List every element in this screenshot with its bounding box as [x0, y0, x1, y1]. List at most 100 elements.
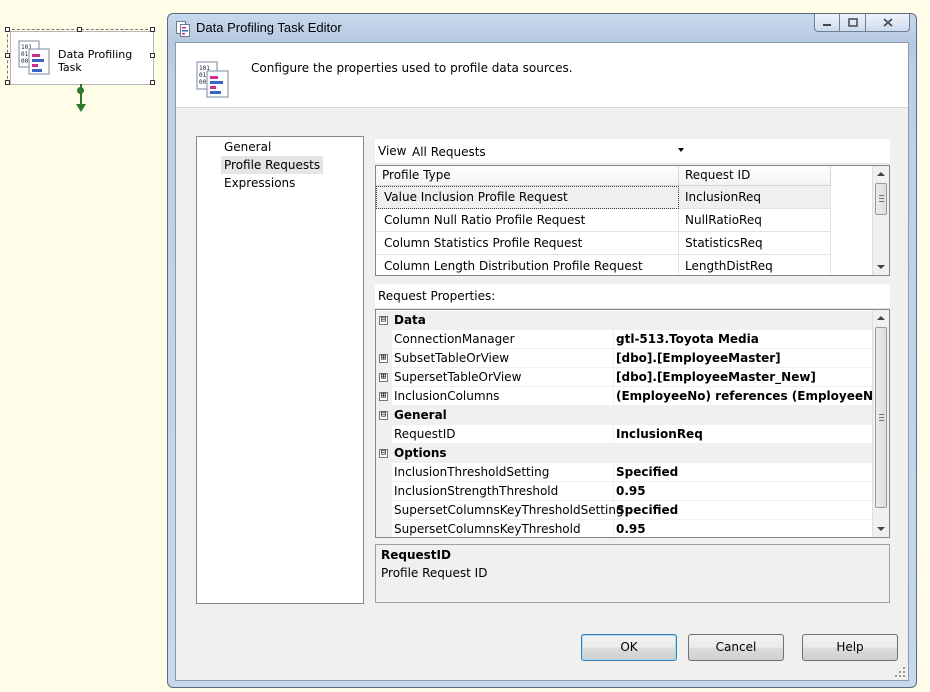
property-row[interactable]: RequestID InclusionReq	[376, 425, 873, 444]
resize-handle[interactable]	[5, 53, 10, 58]
property-name: ConnectionManager	[392, 330, 614, 349]
category-name: Data	[394, 313, 426, 327]
collapse-icon[interactable]: ⊟	[379, 411, 388, 420]
data-profiling-icon: 101 010 001	[18, 40, 50, 75]
property-value[interactable]: gtl-513.Toyota Media	[614, 330, 873, 349]
help-button[interactable]: Help	[802, 634, 898, 661]
category-name: General	[394, 408, 447, 422]
property-row[interactable]: ConnectionManager gtl-513.Toyota Media	[376, 330, 873, 349]
property-row[interactable]: SupersetColumnsKeyThreshold 0.95	[376, 520, 873, 537]
property-name: InclusionStrengthThreshold	[392, 482, 614, 501]
property-description-pane: RequestID Profile Request ID	[375, 544, 890, 603]
resize-handle[interactable]	[5, 80, 10, 85]
request-id-cell[interactable]: StatisticsReq	[679, 232, 831, 255]
request-id-cell[interactable]: NullRatioReq	[679, 209, 831, 232]
connector-dot	[77, 87, 84, 94]
scroll-down-icon[interactable]	[877, 265, 885, 269]
property-grid: ⊟ Data ConnectionManager gtl-513.Toyota …	[375, 309, 890, 538]
dropdown-arrow-icon	[678, 148, 684, 152]
request-id-cell[interactable]: LengthDistReq	[679, 255, 831, 275]
property-row[interactable]: InclusionStrengthThreshold 0.95	[376, 482, 873, 501]
property-category-general[interactable]: ⊟ General	[376, 406, 873, 425]
view-label: View	[378, 144, 407, 158]
header-description: Configure the properties used to profile…	[251, 61, 573, 75]
property-name: SupersetTableOrView	[392, 368, 614, 387]
property-name: RequestID	[392, 425, 614, 444]
profile-type-cell[interactable]: Column Statistics Profile Request	[376, 232, 679, 255]
maximize-button[interactable]	[840, 14, 866, 32]
editor-dialog: Data Profiling Task Editor 101 010 001 C…	[167, 13, 917, 688]
table-row[interactable]: Column Null Ratio Profile Request NullRa…	[376, 209, 874, 232]
profile-requests-grid: Profile Type Request ID Value Inclusion …	[375, 165, 890, 276]
property-value[interactable]: (EmployeeNo) references (EmployeeNo)	[614, 387, 873, 406]
data-profiling-icon	[176, 21, 190, 37]
task-label: Data Profiling Task	[58, 48, 133, 74]
table-row[interactable]: Value Inclusion Profile Request Inclusio…	[376, 186, 874, 209]
properties-scrollbar[interactable]	[872, 310, 889, 537]
scroll-up-icon[interactable]	[877, 316, 885, 320]
connector-arrow-icon	[76, 104, 86, 112]
collapse-icon[interactable]: ⊟	[379, 316, 388, 325]
profile-type-cell[interactable]: Value Inclusion Profile Request	[376, 186, 679, 209]
description-text: Profile Request ID	[381, 566, 488, 580]
category-name: Options	[394, 446, 447, 460]
resize-handle[interactable]	[150, 27, 155, 32]
property-value[interactable]: [dbo].[EmployeeMaster]	[614, 349, 873, 368]
header-band: 101 010 001 Configure the properties use…	[176, 43, 908, 108]
property-row[interactable]: ⊞ SupersetTableOrView [dbo].[EmployeeMas…	[376, 368, 873, 387]
property-value[interactable]: InclusionReq	[614, 425, 873, 444]
resize-handle[interactable]	[150, 53, 155, 58]
resize-handle[interactable]	[150, 80, 155, 85]
page-navigation-list: General Profile Requests Expressions	[196, 136, 364, 604]
title-bar[interactable]: Data Profiling Task Editor	[168, 14, 916, 42]
property-value[interactable]: [dbo].[EmployeeMaster_New]	[614, 368, 873, 387]
property-value[interactable]: Specified	[614, 501, 873, 520]
scrollbar-thumb[interactable]	[875, 327, 887, 508]
cancel-button[interactable]: Cancel	[688, 634, 784, 661]
property-value[interactable]: 0.95	[614, 482, 873, 501]
expand-icon[interactable]: ⊞	[379, 392, 388, 401]
property-name: SubsetTableOrView	[392, 349, 614, 368]
table-row[interactable]: Column Statistics Profile Request Statis…	[376, 232, 874, 255]
minimize-button[interactable]	[814, 14, 840, 32]
close-button[interactable]	[866, 14, 910, 32]
property-row[interactable]: InclusionThresholdSetting Specified	[376, 463, 873, 482]
view-selected-value: All Requests	[412, 145, 486, 159]
property-row[interactable]: SupersetColumnsKeyThresholdSetting Speci…	[376, 501, 873, 520]
data-profiling-icon: 101 010 001	[196, 61, 229, 98]
table-row[interactable]: Column Length Distribution Profile Reque…	[376, 255, 874, 275]
view-dropdown[interactable]: All Requests	[408, 141, 686, 161]
nav-item-profile-requests[interactable]: Profile Requests	[221, 156, 324, 174]
ok-button[interactable]: OK	[581, 634, 677, 661]
property-name: InclusionColumns	[392, 387, 614, 406]
property-row[interactable]: ⊞ SubsetTableOrView [dbo].[EmployeeMaste…	[376, 349, 873, 368]
property-row[interactable]: ⊞ InclusionColumns (EmployeeNo) referenc…	[376, 387, 873, 406]
window-title: Data Profiling Task Editor	[196, 20, 342, 35]
resize-handle[interactable]	[77, 27, 82, 32]
resize-grip-icon[interactable]	[894, 666, 906, 678]
nav-item-expressions[interactable]: Expressions	[221, 174, 298, 192]
property-value[interactable]: 0.95	[614, 520, 873, 537]
property-category-options[interactable]: ⊟ Options	[376, 444, 873, 463]
request-properties-bar: Request Properties:	[375, 284, 890, 309]
property-category-data[interactable]: ⊟ Data	[376, 311, 873, 330]
column-header-profile-type[interactable]: Profile Type	[376, 166, 679, 186]
minimize-icon	[823, 23, 831, 26]
profile-type-cell[interactable]: Column Null Ratio Profile Request	[376, 209, 679, 232]
scroll-down-icon[interactable]	[877, 527, 885, 531]
requests-scrollbar[interactable]	[872, 166, 889, 275]
request-properties-label: Request Properties:	[378, 289, 496, 303]
expand-icon[interactable]: ⊞	[379, 354, 388, 363]
collapse-icon[interactable]: ⊟	[379, 449, 388, 458]
property-value[interactable]: Specified	[614, 463, 873, 482]
column-header-request-id[interactable]: Request ID	[679, 166, 831, 186]
scroll-up-icon[interactable]	[877, 172, 885, 176]
property-name: SupersetColumnsKeyThresholdSetting	[392, 501, 624, 520]
nav-item-general[interactable]: General	[221, 138, 274, 156]
resize-handle[interactable]	[5, 27, 10, 32]
scrollbar-thumb[interactable]	[875, 183, 887, 215]
window-controls	[814, 14, 910, 33]
expand-icon[interactable]: ⊞	[379, 373, 388, 382]
request-id-cell[interactable]: InclusionReq	[679, 186, 831, 209]
profile-type-cell[interactable]: Column Length Distribution Profile Reque…	[376, 255, 679, 275]
